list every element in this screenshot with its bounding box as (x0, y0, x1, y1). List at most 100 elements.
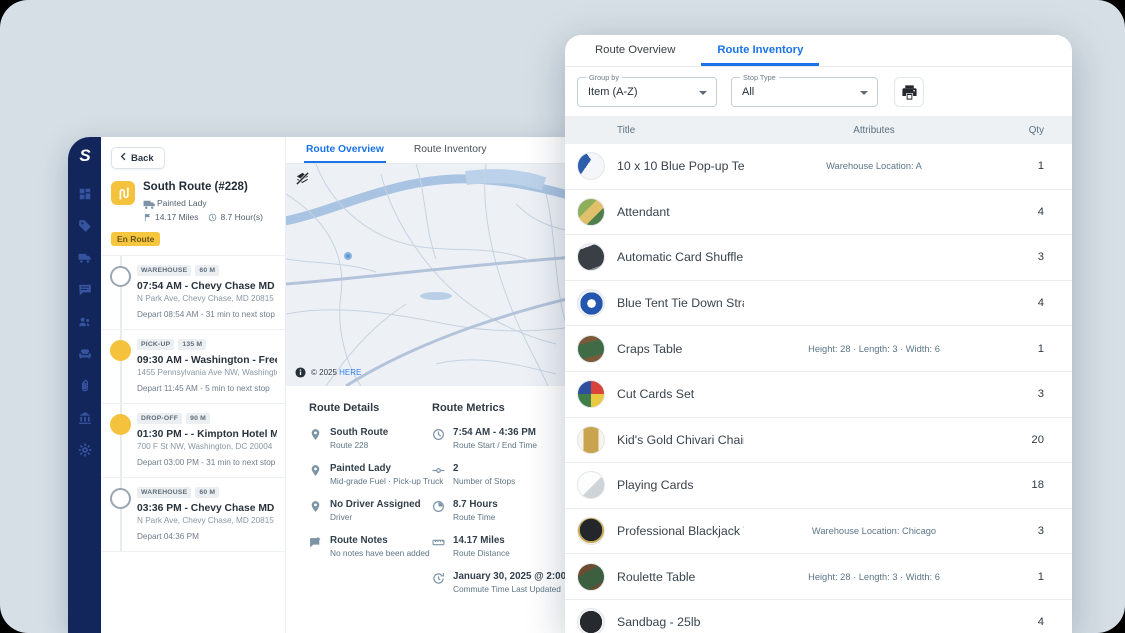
item-attributes: Warehouse Location: A (744, 161, 1004, 171)
stop-type-badge: PICK-UP (137, 339, 174, 350)
table-row[interactable]: Sandbag - 25lb 4 (565, 600, 1072, 633)
stop-depart: Depart 08:54 AM - 31 min to next stop (137, 310, 277, 319)
sidebar-item[interactable] (73, 376, 97, 400)
attachment-icon (78, 379, 92, 398)
tab-route-inventory[interactable]: Route Inventory (412, 137, 489, 163)
print-button[interactable] (894, 77, 924, 107)
notes-icon (309, 536, 322, 549)
metric-item: January 30, 2025 @ 2:00 AM GMT-Commute T… (432, 571, 570, 594)
stop-title: 01:30 PM - - Kimpton Hotel Monaco ... (137, 429, 277, 440)
flag-icon (143, 213, 152, 222)
item-qty: 4 (1004, 206, 1044, 218)
app-logo: S (79, 146, 89, 166)
route-title: South Route (#228) (143, 181, 263, 193)
item-qty: 1 (1004, 343, 1044, 355)
stop-card[interactable]: DROP-OFF 90 M 01:30 PM - - Kimpton Hotel… (101, 404, 285, 478)
desktop-background: S (0, 0, 1125, 633)
route-details-heading: Route Details (309, 402, 431, 414)
stop-address: 1455 Pennsylvania Ave NW, Washington, DC… (137, 368, 277, 377)
app-window: S (68, 137, 645, 633)
group-by-select[interactable]: Group by Item (A-Z) (577, 77, 717, 107)
info-icon[interactable] (295, 367, 306, 378)
stop-card[interactable]: WAREHOUSE 60 M 07:54 AM - Chevy Chase MD… (101, 256, 285, 330)
item-thumbnail (577, 243, 605, 271)
route-details: Route Details South RouteRoute 228 Paint… (309, 402, 431, 571)
item-title: Playing Cards (617, 478, 744, 492)
route-status-badge: En Route (111, 232, 160, 246)
detail-item: South RouteRoute 228 (309, 427, 431, 450)
sidebar-item[interactable] (73, 440, 97, 464)
route-miles: 14.17 Miles (155, 212, 198, 222)
tab-route-overview[interactable]: Route Overview (579, 35, 691, 66)
metric-item: 2Number of Stops (432, 463, 570, 486)
table-row[interactable]: Cut Cards Set 3 (565, 372, 1072, 418)
stop-address: N Park Ave, Chevy Chase, MD 20815 (137, 516, 277, 525)
item-title: Cut Cards Set (617, 387, 744, 401)
sidebar-item[interactable] (73, 408, 97, 432)
stop-address: N Park Ave, Chevy Chase, MD 20815 (137, 294, 277, 303)
item-qty: 4 (1004, 616, 1044, 628)
table-row[interactable]: Kid's Gold Chivari Chair 20 (565, 418, 1072, 464)
stop-address: 700 F St NW, Washington, DC 20004 (137, 442, 277, 451)
sidebar-item[interactable] (73, 248, 97, 272)
sidebar-item[interactable] (73, 312, 97, 336)
stop-distance-badge: 60 M (195, 487, 219, 498)
here-link[interactable]: HERE (339, 368, 361, 377)
item-qty: 18 (1004, 479, 1044, 491)
table-row[interactable]: Blue Tent Tie Down Strap 4 (565, 281, 1072, 327)
stop-title: 07:54 AM - Chevy Chase MD (HQ) (137, 281, 277, 292)
duration-icon (432, 500, 445, 513)
table-row[interactable]: 10 x 10 Blue Pop-up Tent Warehouse Locat… (565, 144, 1072, 190)
item-thumbnail (577, 517, 605, 545)
item-title: Kid's Gold Chivari Chair (617, 433, 744, 447)
tab-route-overview[interactable]: Route Overview (304, 137, 386, 163)
sidebar-item[interactable] (73, 344, 97, 368)
item-title: Roulette Table (617, 570, 744, 584)
history-icon (432, 572, 445, 585)
stop-marker (110, 340, 131, 361)
item-qty: 3 (1004, 388, 1044, 400)
stop-marker (110, 488, 131, 509)
sidebar-nav (73, 184, 97, 472)
route-header: Back South Route (#228) Painted Lady 14.… (101, 137, 285, 256)
truck-small-icon (143, 198, 153, 208)
item-thumbnail (577, 289, 605, 317)
chevron-left-icon (119, 152, 128, 164)
item-thumbnail (577, 426, 605, 454)
layers-off-icon[interactable] (295, 171, 310, 186)
stop-distance-badge: 90 M (186, 413, 210, 424)
stop-marker (110, 414, 131, 435)
stop-title: 09:30 AM - Washington - Freedom Pl... (137, 355, 277, 366)
table-row[interactable]: Professional Blackjack Table Warehouse L… (565, 509, 1072, 555)
item-title: Blue Tent Tie Down Strap (617, 296, 744, 310)
table-row[interactable]: Roulette Table Height: 28 · Length: 3 · … (565, 554, 1072, 600)
clock-icon (208, 213, 217, 222)
table-row[interactable]: Attendant 4 (565, 190, 1072, 236)
pin-icon (309, 464, 322, 477)
item-qty: 1 (1004, 160, 1044, 172)
metric-item: 14.17 MilesRoute Distance (432, 535, 570, 558)
table-row[interactable]: Craps Table Height: 28 · Length: 3 · Wid… (565, 326, 1072, 372)
sidebar-item[interactable] (73, 280, 97, 304)
stop-distance-badge: 60 M (195, 265, 219, 276)
table-row[interactable]: Playing Cards 18 (565, 463, 1072, 509)
tab-route-inventory[interactable]: Route Inventory (701, 35, 819, 66)
sidebar-item[interactable] (73, 184, 97, 208)
back-button[interactable]: Back (111, 147, 165, 169)
sidebar-item[interactable] (73, 216, 97, 240)
stop-list: WAREHOUSE 60 M 07:54 AM - Chevy Chase MD… (101, 256, 285, 633)
stop-type-select[interactable]: Stop Type All (731, 77, 878, 107)
stop-card[interactable]: WAREHOUSE 60 M 03:36 PM - Chevy Chase MD… (101, 478, 285, 552)
stop-type-badge: WAREHOUSE (137, 487, 191, 498)
table-row[interactable]: Automatic Card Shuffler 3 (565, 235, 1072, 281)
detail-item: No Driver AssignedDriver (309, 499, 431, 522)
item-thumbnail (577, 608, 605, 633)
item-qty: 4 (1004, 297, 1044, 309)
stops-icon (432, 464, 445, 477)
item-title: Professional Blackjack Table (617, 524, 744, 538)
item-thumbnail (577, 471, 605, 499)
stop-card[interactable]: PICK-UP 135 M 09:30 AM - Washington - Fr… (101, 330, 285, 404)
map-attribution: © 2025 HERE (295, 367, 361, 378)
stop-type-badge: DROP-OFF (137, 413, 182, 424)
item-thumbnail (577, 152, 605, 180)
